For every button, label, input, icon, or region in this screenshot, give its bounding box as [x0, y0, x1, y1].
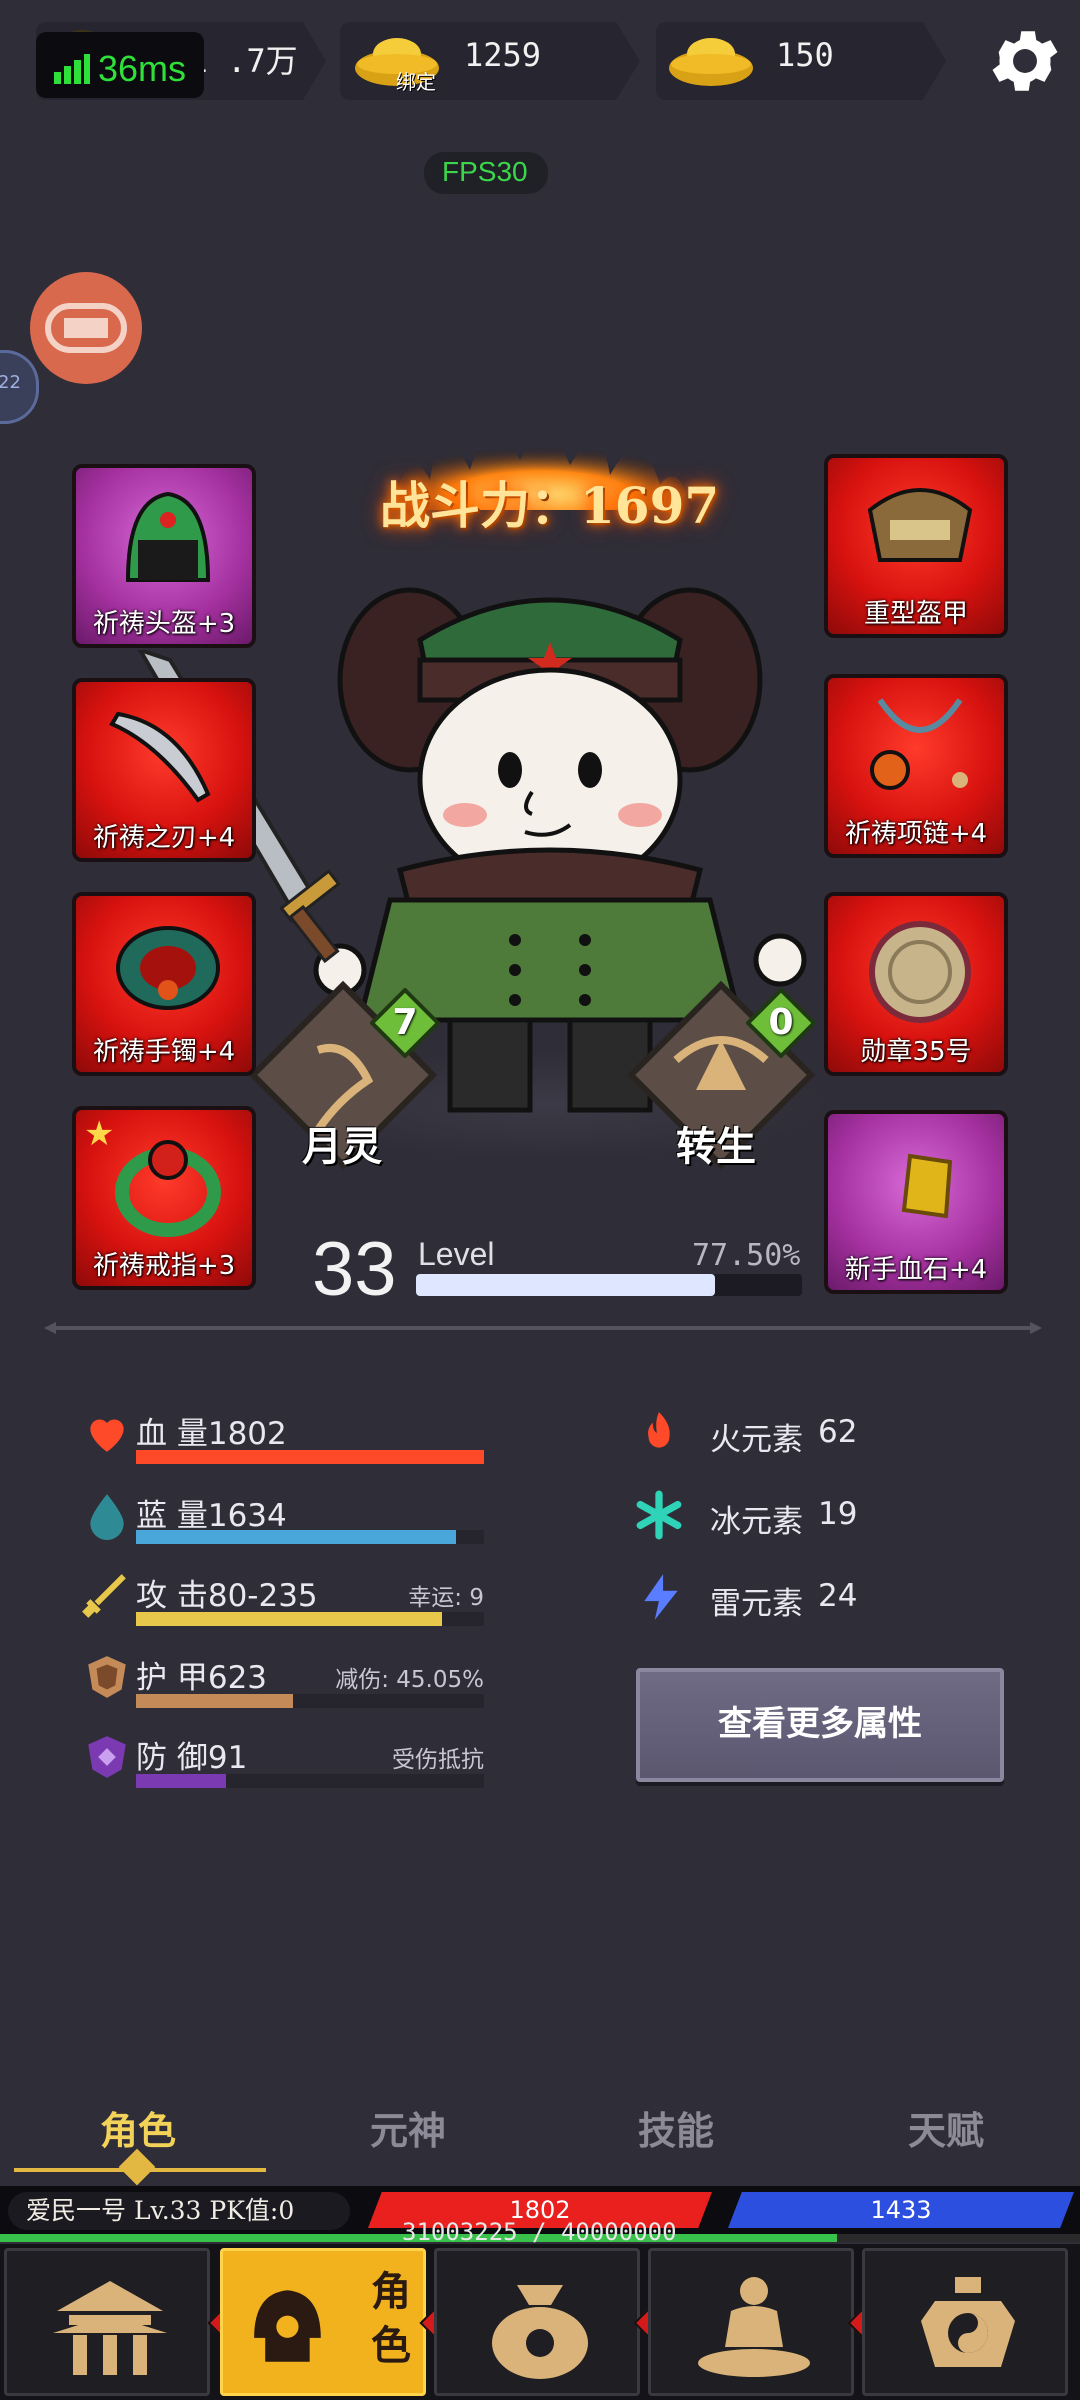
equip-slot-bracelet[interactable]: 祈祷手镯+4 — [72, 892, 256, 1076]
divider-arrow-right — [1030, 1322, 1042, 1334]
attack-stat-label: 攻 击80-235 — [136, 1578, 318, 1614]
tab-skills[interactable]: 技能 — [638, 2100, 714, 2155]
ring-icon — [115, 1140, 221, 1237]
attack-bar-fill — [136, 1612, 443, 1626]
hp-stat-label: 血 量1802 — [136, 1416, 287, 1452]
pavilion-icon — [53, 2281, 167, 2375]
level-word: Level — [418, 1236, 495, 1272]
bloodstone-icon — [901, 1153, 953, 1219]
level-percent: 77.50% — [692, 1238, 801, 1273]
mp-bar — [136, 1530, 484, 1544]
nav-alchemy[interactable] — [862, 2248, 1068, 2396]
armor-stat-label: 护 甲623 — [136, 1660, 268, 1696]
ping-value: 36ms — [98, 48, 187, 89]
bound-ingot-amount: 1259 — [464, 36, 542, 74]
ice-icon — [636, 1490, 682, 1540]
hp-bar-fill — [136, 1450, 484, 1464]
sword-stat-icon — [82, 1574, 126, 1618]
combat-power: 战斗力：1697 — [380, 476, 720, 535]
mp-bar-fill — [136, 1530, 457, 1544]
defense-bar — [136, 1774, 484, 1788]
equip-label: 祈祷手镯+4 — [92, 1037, 236, 1067]
attack-bar — [136, 1612, 484, 1626]
helmet-nav-icon — [254, 2290, 321, 2362]
hp-bar — [136, 1450, 484, 1464]
lightning-element-label: 雷元素 — [710, 1586, 803, 1622]
necklace-icon — [870, 698, 968, 790]
damage-resist-note: 受伤抵抗 — [392, 1747, 484, 1773]
ice-element-value: 19 — [818, 1496, 858, 1532]
rebirth-count: 0 — [768, 1002, 794, 1043]
lightning-icon — [644, 1574, 678, 1620]
level-number: 33 — [312, 1227, 397, 1312]
level-progress-bar — [416, 1274, 802, 1296]
fire-icon — [648, 1412, 670, 1448]
fire-element-value: 62 — [818, 1414, 858, 1450]
helmet-icon — [125, 491, 211, 582]
equip-label: 祈祷之刃+4 — [92, 823, 236, 853]
rebirth-label: 转生 — [676, 1123, 756, 1170]
equip-label: 祈祷项链+4 — [844, 819, 988, 849]
nav-character[interactable]: 角色 — [220, 2248, 426, 2396]
player-mp-bar: 1433 — [728, 2192, 1074, 2228]
nav-bag[interactable] — [434, 2248, 640, 2396]
lightning-element-value: 24 — [818, 1578, 858, 1614]
player-info: 爱民一号 Lv.33 PK值:0 — [8, 2192, 350, 2230]
yin-yang-gourd-icon — [921, 2277, 1015, 2367]
armor-stat-icon — [88, 1656, 126, 1698]
equip-label: 祈祷头盔+3 — [92, 609, 236, 639]
money-bag-icon — [492, 2285, 588, 2379]
moon-spirit-count: 7 — [392, 1002, 418, 1043]
tab-character[interactable]: 角色 — [100, 2100, 176, 2155]
blade-icon — [109, 711, 211, 803]
fps-value: FPS30 — [442, 156, 528, 187]
level-progress-fill — [416, 1274, 716, 1296]
gear-icon[interactable] — [984, 20, 1066, 102]
bracelet-icon — [116, 926, 220, 1010]
nav-city[interactable] — [4, 2248, 210, 2396]
ice-element-label: 冰元素 — [710, 1504, 803, 1540]
mp-stat-label: 蓝 量1634 — [136, 1498, 287, 1534]
heart-icon — [90, 1419, 124, 1452]
divider — [48, 1326, 1034, 1330]
equip-slot-bloodstone[interactable]: 新手血石+4 — [824, 1110, 1008, 1294]
signal-icon — [54, 54, 90, 84]
view-more-stats-button[interactable]: 查看更多属性 — [636, 1668, 1004, 1782]
equip-slot-necklace[interactable]: 祈祷项链+4 — [824, 674, 1008, 858]
equip-label: 祈祷戒指+3 — [92, 1251, 236, 1281]
defense-bar-fill — [136, 1774, 227, 1788]
gold-ingot-icon — [669, 38, 753, 86]
side-badge-text: 22 — [0, 372, 21, 393]
equip-label: 新手血石+4 — [844, 1255, 988, 1285]
equip-label: 勋章35号 — [860, 1037, 972, 1067]
equip-slot-medal[interactable]: 勋章35号 — [824, 892, 1008, 1076]
luck-note: 幸运: 9 — [408, 1585, 484, 1611]
exp-text: 31003225 / 40000000 — [402, 2218, 677, 2246]
water-drop-icon — [90, 1494, 124, 1540]
nav-character-label: 角色 — [371, 2269, 411, 2369]
equip-slot-blade[interactable]: 祈祷之刃+4 — [72, 678, 256, 862]
defense-stat-icon — [88, 1736, 126, 1778]
bound-tag: 绑定 — [396, 70, 436, 94]
equip-slot-helmet[interactable]: 祈祷头盔+3 — [72, 464, 256, 648]
ingot-amount: 150 — [776, 36, 834, 74]
armor-bar-fill — [136, 1694, 293, 1708]
moon-spirit-label: 月灵 — [302, 1123, 382, 1170]
armor-bar — [136, 1694, 484, 1708]
tab-spirit[interactable]: 元神 — [370, 2100, 446, 2155]
gamepad-icon — [45, 303, 127, 353]
defense-stat-label: 防 御91 — [136, 1740, 248, 1776]
tab-talent[interactable]: 天赋 — [908, 2100, 984, 2155]
fire-element-label: 火元素 — [710, 1422, 803, 1458]
equip-slot-ring[interactable]: ★ 祈祷戒指+3 — [72, 1106, 256, 1290]
divider-arrow-left — [44, 1322, 56, 1334]
nav-cultivation[interactable] — [648, 2248, 854, 2396]
meditation-icon — [698, 2277, 810, 2377]
armor-icon — [867, 488, 973, 562]
equip-slot-armor[interactable]: 重型盔甲 — [824, 454, 1008, 638]
medal-icon — [869, 921, 971, 1023]
damage-reduction-note: 减伤: 45.05% — [335, 1667, 484, 1693]
equip-label: 重型盔甲 — [863, 599, 968, 629]
